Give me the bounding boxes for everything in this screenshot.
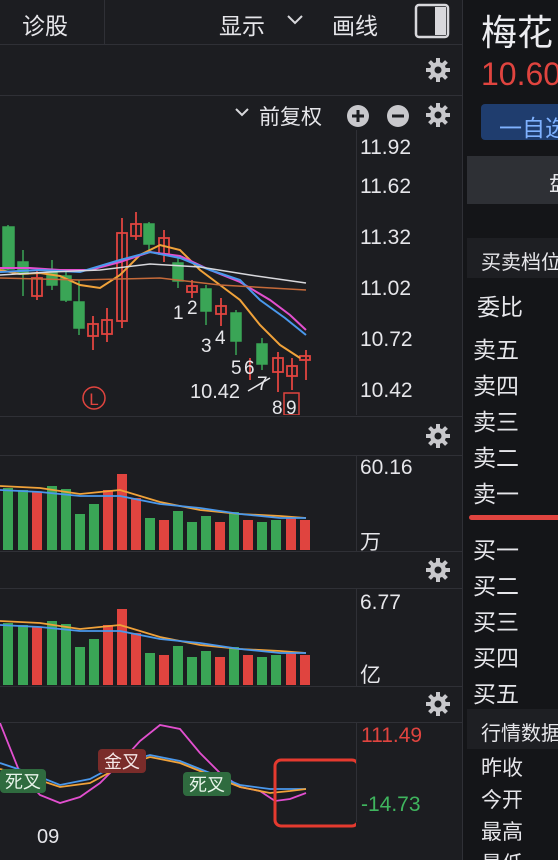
axis-tick: 11.32: [360, 226, 411, 249]
buy-level-1: 买一: [473, 537, 519, 563]
chart-settings-bar: [0, 48, 462, 92]
signal-badge: 死叉: [5, 772, 41, 792]
sell-level-1: 卖一: [473, 481, 519, 507]
chevron-down-icon[interactable]: [233, 106, 251, 120]
ratio-label: 委比: [477, 294, 523, 320]
seq-label: 5: [231, 358, 242, 379]
quote-high: 最高: [481, 821, 523, 844]
spread-divider: [469, 515, 558, 520]
time-axis-label: 09: [37, 826, 59, 848]
axis-tick: 11.02: [360, 277, 411, 300]
axis-tick: 10.72: [360, 328, 413, 351]
axis-tick: 11.92: [360, 136, 411, 159]
indicator-axis-bottom: -14.73: [361, 793, 421, 816]
buy-level-3: 买三: [473, 609, 519, 635]
gear-icon[interactable]: [425, 423, 451, 449]
highlight-box: [273, 758, 356, 828]
draw-line-button[interactable]: 画线: [332, 7, 378, 41]
seq-label: 3: [201, 336, 212, 357]
diagnose-tab[interactable]: 诊股: [22, 7, 68, 41]
chevron-down-icon[interactable]: [285, 12, 305, 28]
signal-marker-text: L: [89, 390, 98, 409]
kline-price-axis: 11.92 11.62 11.32 11.02 10.72 10.42: [356, 130, 462, 415]
amount-axis-unit: 亿: [360, 664, 381, 687]
volume-settings-bar: [0, 417, 462, 455]
seq-label: 8: [272, 398, 283, 415]
quote-low: 最低: [481, 848, 523, 860]
amount-settings-bar: [0, 552, 462, 588]
seq-label: 2: [187, 298, 198, 319]
seq-label: 1: [173, 303, 184, 324]
seq-label: 6: [244, 358, 255, 379]
gear-icon[interactable]: [425, 691, 451, 717]
zoom-out-icon[interactable]: [386, 104, 410, 128]
low-price-label: 10.42: [190, 381, 240, 403]
order-book-header: 买卖档位: [467, 238, 558, 278]
quote-open: 今开: [481, 789, 523, 812]
volume-axis-top: 60.16: [360, 456, 413, 479]
kline-header: 前复权: [0, 96, 462, 132]
buy-level-5: 买五: [473, 681, 519, 707]
right-panel: 梅花 10.60 一自选 盘 买卖档位 委比 卖五 卖四 卖三 卖二 卖一 买一…: [462, 0, 558, 860]
indicator-axis-top: 111.49: [361, 724, 423, 747]
sell-level-2: 卖二: [473, 445, 519, 471]
panel-toggle-icon[interactable]: [414, 3, 450, 39]
sell-level-4: 卖四: [473, 373, 519, 399]
buy-level-2: 买二: [473, 573, 519, 599]
tab-order-book[interactable]: 盘: [467, 156, 558, 204]
indicator-axis: 111.49 -14.73: [357, 723, 462, 823]
zoom-in-icon[interactable]: [346, 104, 370, 128]
volume-chart[interactable]: [0, 456, 356, 551]
seq-label: 9: [286, 398, 297, 415]
signal-badge: 金叉: [104, 752, 140, 772]
stock-price: 10.60: [481, 56, 558, 92]
buy-level-4: 买四: [473, 645, 519, 671]
sell-level-5: 卖五: [473, 337, 519, 363]
signal-badge: 死叉: [189, 775, 225, 795]
volume-bars: [3, 474, 310, 550]
quote-prev-close: 昨收: [481, 757, 523, 780]
display-menu[interactable]: 显示: [219, 7, 265, 41]
gear-icon[interactable]: [425, 102, 451, 128]
volume-axis: 60.16 万: [356, 456, 462, 554]
stock-name: 梅花: [481, 12, 554, 53]
quote-header: 行情数据: [467, 709, 558, 749]
sell-level-3: 卖三: [473, 409, 519, 435]
amount-chart[interactable]: [0, 589, 356, 685]
axis-tick: 11.62: [360, 175, 411, 198]
amount-axis-top: 6.77: [360, 591, 401, 614]
amount-bars: [3, 609, 310, 685]
adjust-select[interactable]: 前复权: [259, 101, 322, 131]
kline-chart[interactable]: L 1 2 3 4 5 6 7 8 9 10.42: [0, 130, 356, 415]
gear-icon[interactable]: [425, 57, 451, 83]
gear-icon[interactable]: [425, 557, 451, 583]
indicator-settings-bar: [0, 687, 462, 723]
indicator-chart[interactable]: 死叉 金叉 死叉 09: [0, 723, 356, 860]
axis-tick: 10.42: [360, 379, 413, 402]
seq-label: 4: [215, 328, 226, 349]
top-toolbar: 诊股 显示 画线: [0, 0, 462, 45]
amount-axis: 6.77 亿: [356, 589, 462, 687]
add-watch-button[interactable]: 一自选: [481, 104, 558, 141]
